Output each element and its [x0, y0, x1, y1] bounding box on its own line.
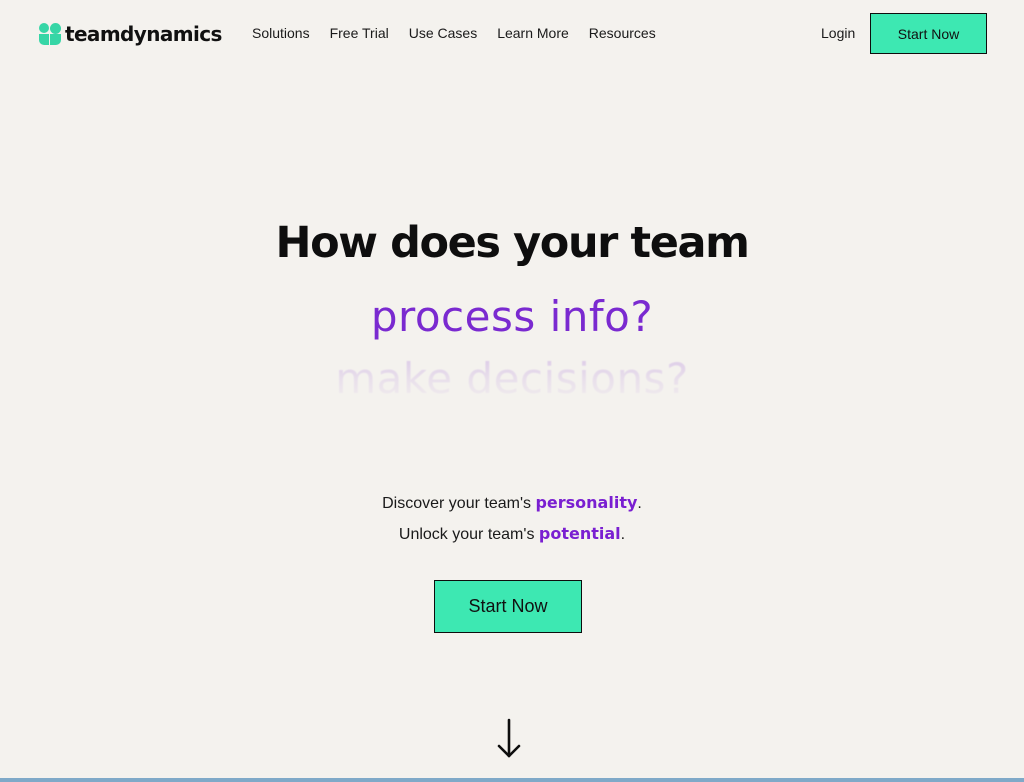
top-navigation: teamdynamics Solutions Free Trial Use Ca…	[0, 0, 1024, 68]
nav-link-resources[interactable]: Resources	[589, 25, 656, 41]
subtitle-1-prefix: Discover your team's	[382, 495, 536, 512]
brand-logo[interactable]: teamdynamics	[39, 22, 222, 46]
nav-link-free-trial[interactable]: Free Trial	[330, 25, 389, 41]
hero-subtitle-line-2: Unlock your team's potential.	[0, 524, 1024, 544]
login-link[interactable]: Login	[821, 25, 855, 41]
nav-link-solutions[interactable]: Solutions	[252, 25, 310, 41]
brand-name: teamdynamics	[65, 22, 222, 46]
nav-links: Solutions Free Trial Use Cases Learn Mor…	[252, 25, 676, 41]
hero-subtitle-line-1: Discover your team's personality.	[0, 493, 1024, 513]
arrow-down-icon[interactable]	[496, 718, 522, 760]
subtitle-2-prefix: Unlock your team's	[398, 526, 539, 543]
rotating-fade-overlay	[260, 355, 760, 410]
hero-title: How does your team	[275, 218, 750, 268]
nav-link-learn-more[interactable]: Learn More	[497, 25, 569, 41]
nav-link-use-cases[interactable]: Use Cases	[409, 25, 477, 41]
subtitle-2-accent: potential	[538, 524, 621, 543]
subtitle-1-accent: personality	[535, 493, 638, 512]
nav-start-now-button[interactable]: Start Now	[870, 13, 987, 54]
teamdynamics-logo-icon	[39, 23, 61, 45]
rotating-phrase-active: process info?	[370, 292, 654, 341]
subtitle-1-suffix: .	[637, 495, 642, 512]
hero-start-now-button[interactable]: Start Now	[434, 580, 582, 633]
section-divider	[0, 778, 1024, 782]
subtitle-2-suffix: .	[620, 526, 626, 543]
